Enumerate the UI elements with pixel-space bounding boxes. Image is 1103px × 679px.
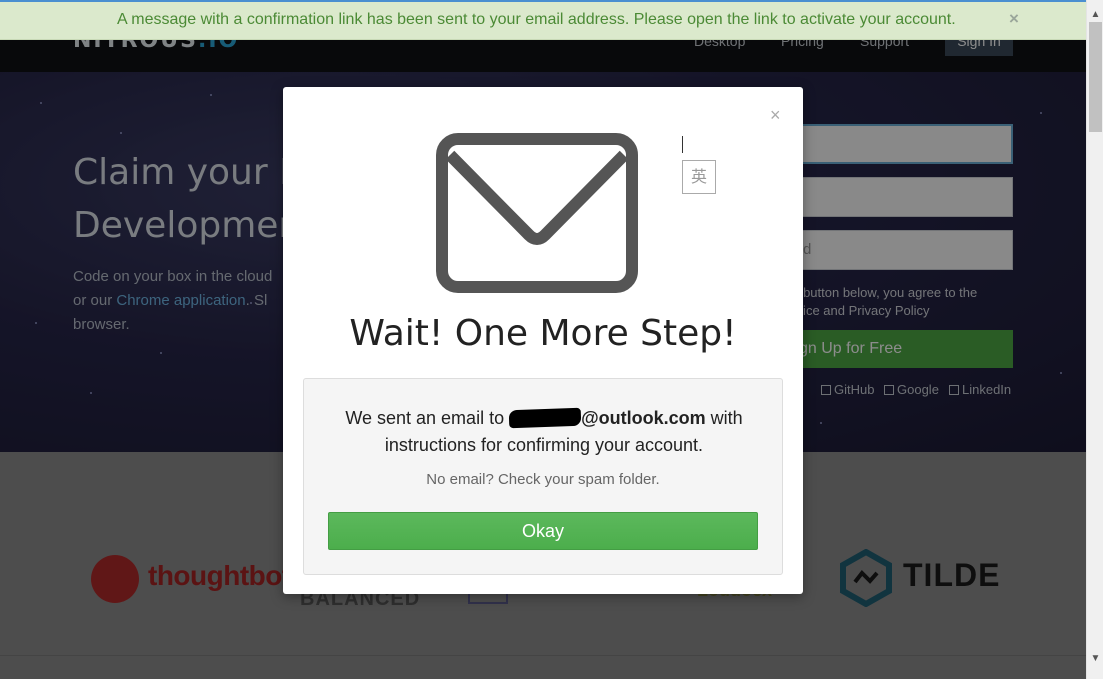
text-cursor — [682, 136, 683, 153]
email-domain: @outlook.com — [581, 408, 706, 428]
notice-message: A message with a confirmation link has b… — [117, 11, 956, 28]
scrollbar-thumb[interactable] — [1089, 22, 1102, 132]
modal-close-icon[interactable]: × — [770, 105, 781, 126]
spam-folder-note: No email? Check your spam folder. — [426, 471, 660, 488]
redacted-username — [508, 407, 582, 429]
confirmation-notice-bar: A message with a confirmation link has b… — [0, 0, 1086, 40]
modal-title: Wait! One More Step! — [349, 313, 737, 354]
modal-message-box: We sent an email to @outlook.com with in… — [303, 378, 783, 575]
okay-button[interactable]: Okay — [328, 512, 758, 550]
envelope-icon — [436, 133, 638, 293]
scroll-down-arrow-icon[interactable]: ▼ — [1087, 650, 1103, 667]
sent-email-message: We sent an email to @outlook.com with in… — [345, 407, 743, 455]
vertical-scrollbar[interactable]: ▲ ▼ — [1086, 0, 1103, 679]
ime-mode-indicator: 英 — [682, 160, 716, 194]
notice-top-border — [0, 0, 1086, 2]
scroll-up-arrow-icon[interactable]: ▲ — [1087, 6, 1103, 23]
confirm-email-modal: × 英 Wait! One More Step! We sent an emai… — [283, 87, 803, 594]
notice-close-icon[interactable]: × — [1009, 9, 1019, 29]
